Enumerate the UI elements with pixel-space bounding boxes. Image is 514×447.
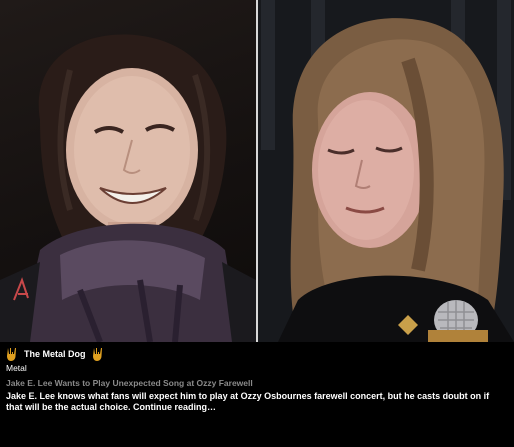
devil-horns-icon bbox=[92, 347, 104, 361]
article-headline[interactable]: Jake E. Lee Wants to Play Unexpected Son… bbox=[6, 378, 253, 388]
source-name[interactable]: The Metal Dog bbox=[24, 349, 86, 359]
singer-portrait-photo bbox=[258, 0, 514, 342]
article-hero-image[interactable] bbox=[0, 0, 514, 342]
source-row[interactable]: The Metal Dog bbox=[6, 347, 104, 361]
singer-portrait-graphic bbox=[258, 0, 514, 342]
category-label: Metal bbox=[6, 363, 27, 373]
article-summary[interactable]: Jake E. Lee knows what fans will expect … bbox=[6, 391, 506, 413]
guitarist-portrait-graphic bbox=[0, 34, 256, 342]
guitarist-portrait-photo bbox=[0, 0, 256, 342]
devil-horns-icon bbox=[6, 347, 18, 361]
